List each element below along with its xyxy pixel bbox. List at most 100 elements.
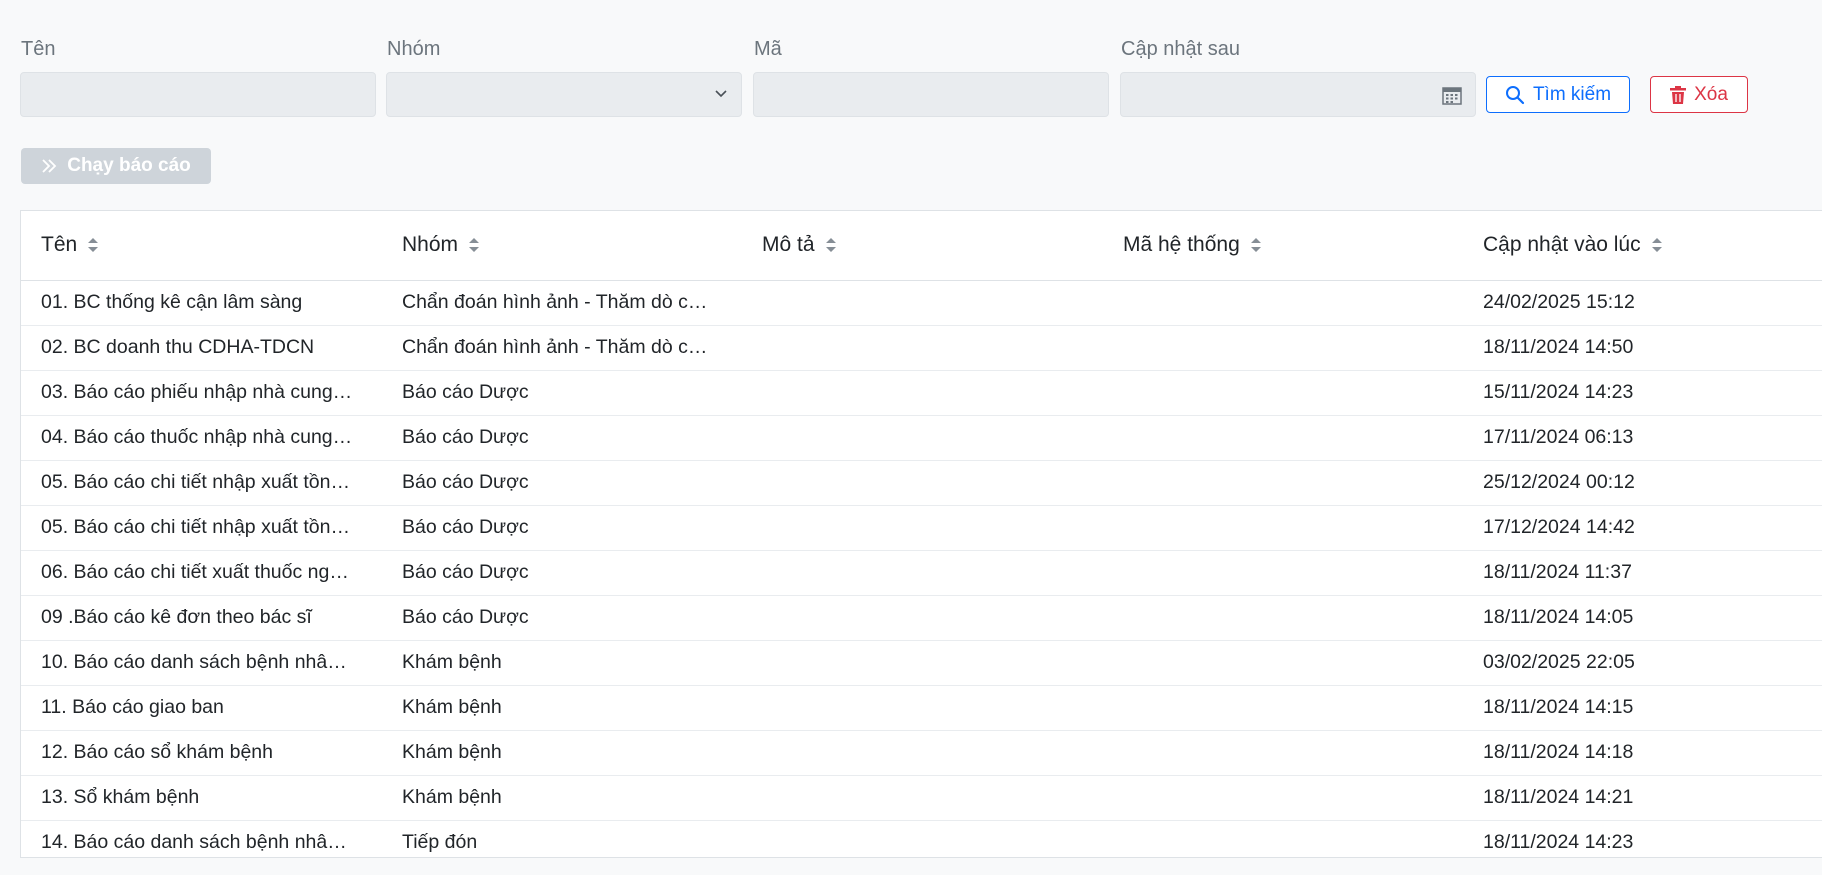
- run-report-button[interactable]: Chạy báo cáo: [21, 148, 211, 184]
- updated-after-date-input[interactable]: [1120, 72, 1476, 117]
- column-header-group[interactable]: Nhóm: [382, 211, 742, 281]
- filter-bar: Tên Nhóm Mã Cập nhật sau Tìm kiếm Xóa Ch…: [0, 0, 1822, 184]
- cell-description: [742, 775, 1103, 821]
- cell-name: 12. Báo cáo sổ khám bệnh: [21, 730, 382, 776]
- cell-updated-at: 24/02/2025 15:12: [1463, 280, 1822, 326]
- table-row[interactable]: 05. Báo cáo chi tiết nhập xuất tồn… Báo c…: [21, 460, 1822, 506]
- cell-group: Báo cáo Dược: [382, 415, 742, 461]
- cell-description: [742, 415, 1103, 461]
- table-row[interactable]: 09 .Báo cáo kê đơn theo bác sĩ Báo cáo Dư…: [21, 595, 1822, 641]
- cell-updated-at: 18/11/2024 14:23: [1463, 820, 1822, 857]
- updated-after-label: Cập nhật sau: [1121, 38, 1240, 60]
- cell-description: [742, 460, 1103, 506]
- table-row[interactable]: 04. Báo cáo thuốc nhập nhà cung… Báo cáo …: [21, 415, 1822, 461]
- cell-name: 10. Báo cáo danh sách bệnh nhâ…: [21, 640, 382, 686]
- reports-table: Tên Nhóm Mô tả Mã hệ thống Cập nhật vào …: [20, 210, 1822, 858]
- column-header-description[interactable]: Mô tả: [742, 211, 1103, 281]
- table-row[interactable]: 10. Báo cáo danh sách bệnh nhâ… Khám bệnh…: [21, 640, 1822, 686]
- cell-description: [742, 325, 1103, 371]
- cell-description: [742, 640, 1103, 686]
- cell-group: Khám bệnh: [382, 685, 742, 731]
- cell-description: [742, 550, 1103, 596]
- column-header-label: Mô tả: [762, 233, 815, 257]
- table-row[interactable]: 14. Báo cáo danh sách bệnh nhâ… Tiếp đón 1…: [21, 820, 1822, 857]
- clear-button-label: Xóa: [1694, 83, 1728, 105]
- cell-description: [742, 505, 1103, 551]
- double-chevron-right-icon: [42, 159, 57, 173]
- cell-updated-at: 15/11/2024 14:23: [1463, 370, 1822, 416]
- cell-updated-at: 17/12/2024 14:42: [1463, 505, 1822, 551]
- clear-button[interactable]: Xóa: [1650, 76, 1748, 113]
- cell-description: [742, 370, 1103, 416]
- cell-system-code: [1103, 460, 1463, 506]
- column-header-label: Cập nhật vào lúc: [1483, 233, 1641, 257]
- cell-updated-at: 18/11/2024 14:15: [1463, 685, 1822, 731]
- trash-icon: [1670, 85, 1687, 104]
- calendar-icon[interactable]: [1441, 84, 1463, 106]
- name-filter-label: Tên: [21, 38, 56, 60]
- table-row[interactable]: 02. BC doanh thu CDHA-TDCN Chẩn đoán hình…: [21, 325, 1822, 371]
- cell-name: 05. Báo cáo chi tiết nhập xuất tồn…: [21, 460, 382, 506]
- search-button-label: Tìm kiếm: [1532, 83, 1612, 105]
- cell-description: [742, 685, 1103, 731]
- table-row[interactable]: 13. Sổ khám bệnh Khám bệnh 18/11/2024 14:2…: [21, 775, 1822, 821]
- cell-name: 04. Báo cáo thuốc nhập nhà cung…: [21, 415, 382, 461]
- chevron-down-icon: [715, 90, 727, 98]
- search-button[interactable]: Tìm kiếm: [1486, 76, 1630, 113]
- cell-system-code: [1103, 775, 1463, 821]
- cell-group: Chẩn đoán hình ảnh - Thăm dò c…: [382, 280, 742, 326]
- cell-group: Khám bệnh: [382, 640, 742, 686]
- column-header-label: Nhóm: [402, 233, 459, 257]
- sort-icon[interactable]: [468, 235, 480, 255]
- column-header-label: Mã hệ thống: [1123, 233, 1240, 257]
- cell-updated-at: 18/11/2024 14:50: [1463, 325, 1822, 371]
- cell-updated-at: 18/11/2024 11:37: [1463, 550, 1822, 596]
- name-filter-input[interactable]: [20, 72, 376, 117]
- cell-name: 14. Báo cáo danh sách bệnh nhâ…: [21, 820, 382, 857]
- column-header-name[interactable]: Tên: [21, 211, 382, 281]
- cell-description: [742, 820, 1103, 857]
- cell-updated-at: 18/11/2024 14:21: [1463, 775, 1822, 821]
- cell-group: Khám bệnh: [382, 730, 742, 776]
- sort-icon[interactable]: [87, 235, 99, 255]
- cell-system-code: [1103, 730, 1463, 776]
- column-header-system-code[interactable]: Mã hệ thống: [1103, 211, 1463, 281]
- cell-group: Tiếp đón: [382, 820, 742, 857]
- table-row[interactable]: 12. Báo cáo sổ khám bệnh Khám bệnh 18/11/2…: [21, 730, 1822, 776]
- cell-group: Chẩn đoán hình ảnh - Thăm dò c…: [382, 325, 742, 371]
- cell-system-code: [1103, 550, 1463, 596]
- group-filter-select[interactable]: [386, 72, 742, 117]
- cell-system-code: [1103, 325, 1463, 371]
- cell-name: 01. BC thống kê cận lâm sàng: [21, 280, 382, 326]
- cell-system-code: [1103, 370, 1463, 416]
- cell-updated-at: 25/12/2024 00:12: [1463, 460, 1822, 506]
- cell-system-code: [1103, 640, 1463, 686]
- cell-description: [742, 595, 1103, 641]
- table-row[interactable]: 05. Báo cáo chi tiết nhập xuất tồn… Báo c…: [21, 505, 1822, 551]
- cell-description: [742, 730, 1103, 776]
- cell-system-code: [1103, 415, 1463, 461]
- sort-icon[interactable]: [1651, 235, 1663, 255]
- sort-icon[interactable]: [1250, 235, 1262, 255]
- cell-updated-at: 18/11/2024 14:18: [1463, 730, 1822, 776]
- sort-icon[interactable]: [825, 235, 837, 255]
- table-row[interactable]: 03. Báo cáo phiếu nhập nhà cung… Báo cáo …: [21, 370, 1822, 416]
- cell-name: 05. Báo cáo chi tiết nhập xuất tồn…: [21, 505, 382, 551]
- cell-description: [742, 280, 1103, 326]
- code-filter-label: Mã: [754, 38, 782, 60]
- table-row[interactable]: 06. Báo cáo chi tiết xuất thuốc ng… Báo c…: [21, 550, 1822, 596]
- cell-system-code: [1103, 595, 1463, 641]
- run-report-label: Chạy báo cáo: [67, 155, 191, 176]
- column-header-updated-at[interactable]: Cập nhật vào lúc: [1463, 211, 1822, 281]
- cell-group: Báo cáo Dược: [382, 460, 742, 506]
- cell-group: Báo cáo Dược: [382, 505, 742, 551]
- cell-system-code: [1103, 505, 1463, 551]
- cell-updated-at: 18/11/2024 14:05: [1463, 595, 1822, 641]
- code-filter-input[interactable]: [753, 72, 1109, 117]
- table-row[interactable]: 01. BC thống kê cận lâm sàng Chẩn đoán hì…: [21, 280, 1822, 326]
- table-row[interactable]: 11. Báo cáo giao ban Khám bệnh 18/11/2024 …: [21, 685, 1822, 731]
- cell-name: 03. Báo cáo phiếu nhập nhà cung…: [21, 370, 382, 416]
- search-icon: [1505, 85, 1525, 104]
- cell-group: Báo cáo Dược: [382, 550, 742, 596]
- cell-updated-at: 03/02/2025 22:05: [1463, 640, 1822, 686]
